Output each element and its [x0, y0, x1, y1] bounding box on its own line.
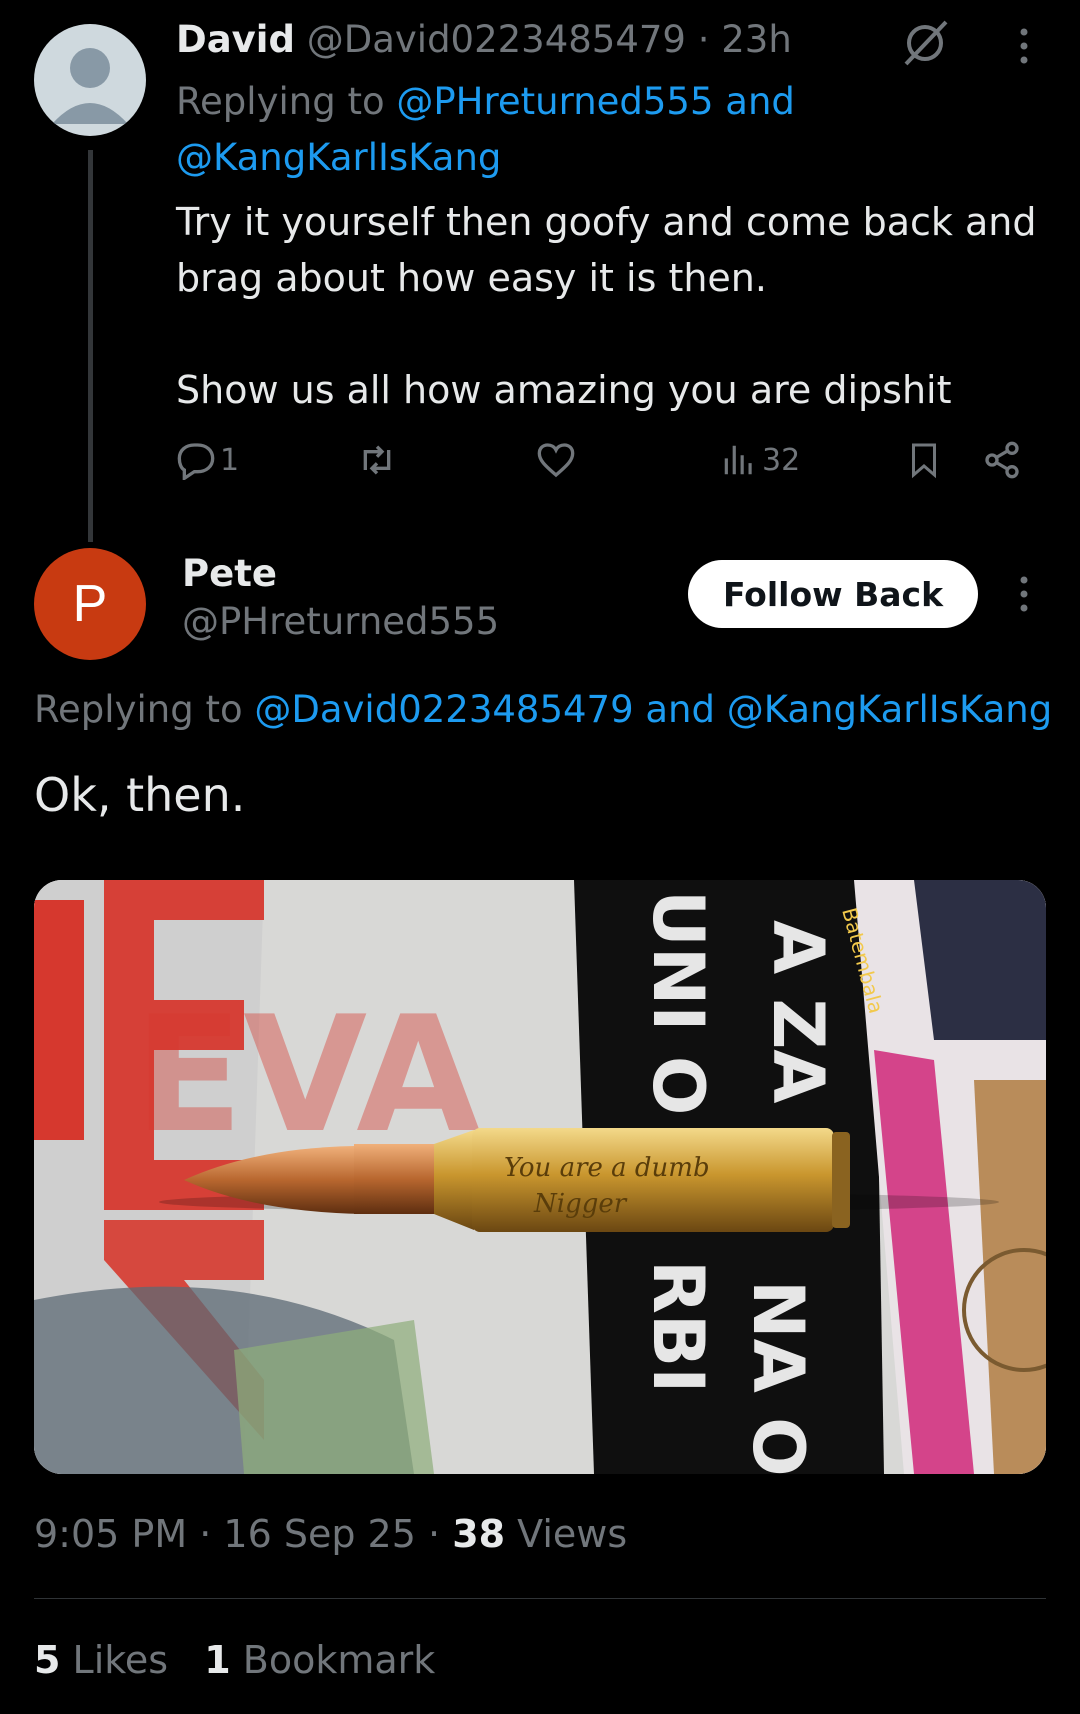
- author-handle[interactable]: @David0223485479: [307, 18, 686, 61]
- svg-text:UNI O: UNI O: [637, 890, 719, 1115]
- bookmarks-link[interactable]: 1 Bookmark: [204, 1638, 435, 1682]
- mention-link[interactable]: @PHreturned555: [396, 80, 713, 123]
- repost-button[interactable]: [356, 440, 398, 480]
- bookmarks-label: Bookmark: [242, 1638, 436, 1682]
- tweet-text: Ok, then.: [34, 768, 246, 822]
- svg-text:You are a dumb: You are a dumb: [504, 1153, 710, 1183]
- author-handle[interactable]: @PHreturned555: [182, 600, 499, 643]
- reply-count: 1: [220, 442, 240, 478]
- tweet-photo[interactable]: EVA A ZA UNI O RBI NA O Batembala You ar…: [34, 880, 1046, 1474]
- timestamp[interactable]: 23h: [721, 18, 792, 61]
- svg-text:A ZA: A ZA: [757, 920, 839, 1103]
- post-time[interactable]: 9:05 PM: [34, 1512, 187, 1556]
- like-button[interactable]: [536, 440, 576, 480]
- default-avatar-icon: [52, 48, 128, 124]
- tweet-actions: 1 32: [176, 440, 1036, 490]
- more-options-icon[interactable]: [1012, 26, 1036, 70]
- bookmark-button[interactable]: [906, 440, 942, 480]
- svg-text:RBI: RBI: [637, 1260, 719, 1393]
- views-button[interactable]: 32: [720, 440, 800, 480]
- likes-link[interactable]: 5 Likes: [34, 1638, 180, 1682]
- likes-label: Likes: [72, 1638, 169, 1682]
- tweet-text: Try it yourself then goofy and come back…: [176, 194, 1056, 418]
- views-label: Views: [517, 1512, 628, 1556]
- tweet-text-paragraph: Show us all how amazing you are dipshit: [176, 368, 952, 412]
- tweet-meta: 9:05 PM · 16 Sep 25 · 38 Views: [34, 1512, 628, 1556]
- likes-count: 5: [34, 1638, 61, 1682]
- share-icon: [985, 441, 1019, 479]
- divider: [34, 1598, 1046, 1599]
- avatar[interactable]: [34, 24, 146, 136]
- photo-content: EVA A ZA UNI O RBI NA O Batembala You ar…: [34, 880, 1046, 1474]
- engagement-stats: 5 Likes 1 Bookmark: [34, 1638, 435, 1682]
- bookmark-icon: [912, 443, 936, 479]
- svg-text:EVA: EVA: [134, 981, 480, 1168]
- author-name[interactable]: David: [176, 18, 295, 61]
- reply-icon: [177, 443, 215, 480]
- author-name[interactable]: Pete: [182, 552, 277, 595]
- analytics-icon: [724, 445, 752, 475]
- repost-icon: [363, 445, 391, 475]
- svg-text:Nigger: Nigger: [533, 1189, 628, 1219]
- more-options-icon[interactable]: [1012, 574, 1036, 618]
- views-count: 32: [762, 442, 801, 478]
- avatar-letter: P: [72, 575, 108, 633]
- tweet-header: David @David0223485479 · 23h: [176, 18, 792, 61]
- mention-link[interactable]: @KangKarlIsKang: [727, 688, 1052, 731]
- heart-icon: [537, 443, 575, 478]
- replying-to: Replying to @PHreturned555 and @KangKarl…: [176, 80, 795, 179]
- avatar[interactable]: P: [34, 548, 146, 660]
- mention-link[interactable]: @KangKarlIsKang: [176, 136, 501, 179]
- replying-to: Replying to @David0223485479 and @KangKa…: [34, 688, 1053, 731]
- reply-button[interactable]: 1: [176, 440, 239, 480]
- bookmarks-count: 1: [204, 1638, 231, 1682]
- post-date[interactable]: 16 Sep 25: [223, 1512, 416, 1556]
- follow-back-button[interactable]: Follow Back: [688, 560, 978, 628]
- thread-line: [88, 150, 93, 542]
- grok-icon[interactable]: [900, 18, 950, 72]
- mention-link[interactable]: @David0223485479: [254, 688, 633, 731]
- views-count: 38: [452, 1512, 506, 1556]
- share-button[interactable]: [982, 440, 1022, 480]
- tweet-text-paragraph: Try it yourself then goofy and come back…: [176, 200, 1037, 300]
- svg-text:NA O: NA O: [737, 1280, 819, 1474]
